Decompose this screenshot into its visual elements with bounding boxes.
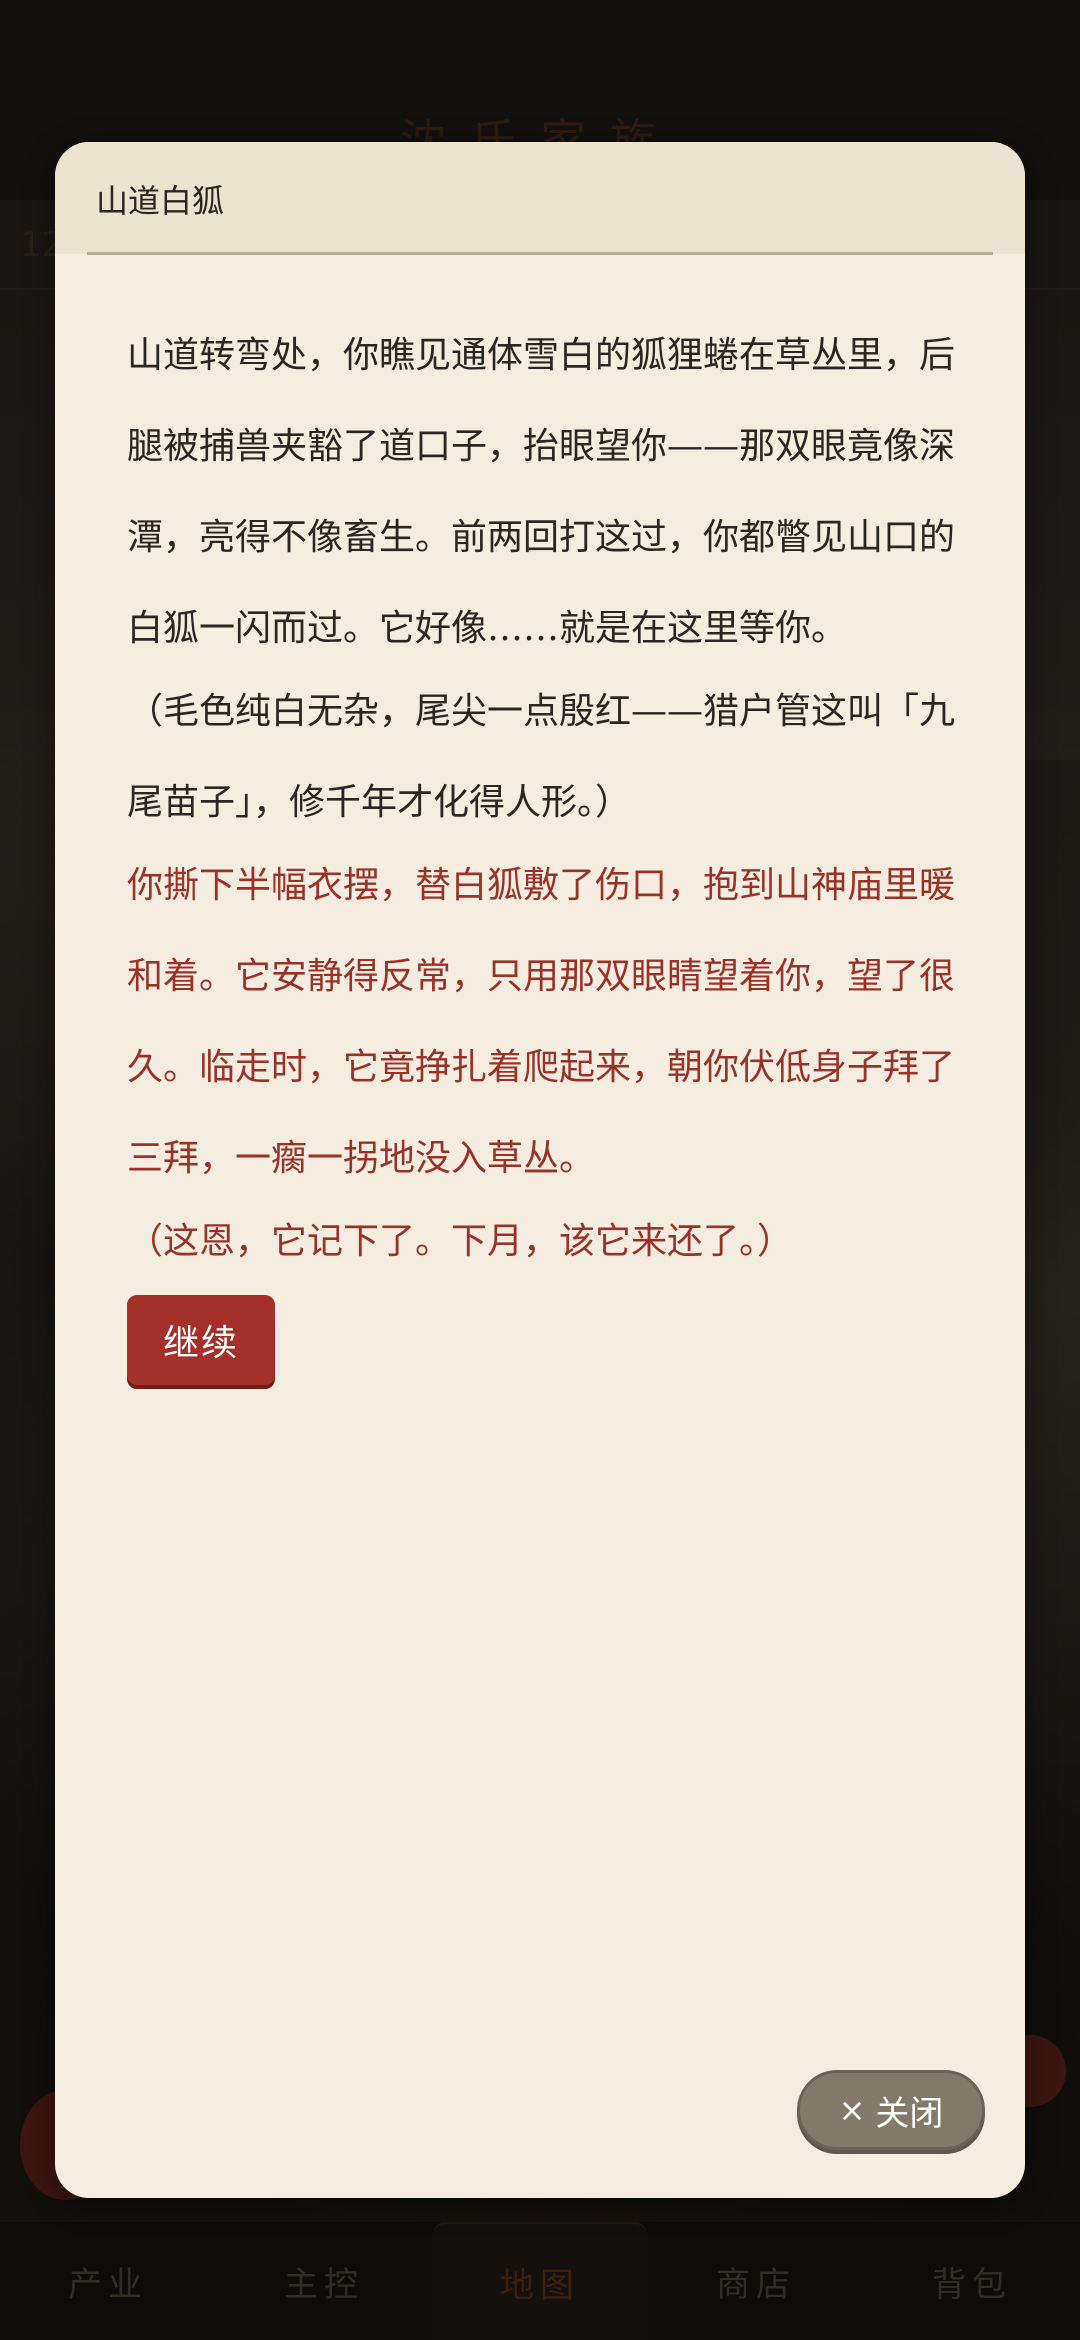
story-aside: （毛色纯白无杂，尾尖一点殷红——猎户管这叫「九尾苗子」，修千年才化得人形。）: [127, 691, 956, 823]
story-paragraph: 山道转弯处，你瞧见通体雪白的狐狸蜷在草丛里，后腿被捕兽夹豁了道口子，抬眼望你——…: [127, 335, 956, 649]
continue-button[interactable]: 继续: [127, 1295, 275, 1385]
event-dialog: 山道白狐 山道转弯处，你瞧见通体雪白的狐狸蜷在草丛里，后腿被捕兽夹豁了道口子，抬…: [55, 142, 1025, 2198]
dialog-title: 山道白狐: [96, 182, 225, 220]
close-icon: ×: [838, 2091, 866, 2129]
close-button-label: 关闭: [875, 2093, 944, 2134]
dialog-body: 山道转弯处，你瞧见通体雪白的狐狸蜷在草丛里，后腿被捕兽夹豁了道口子，抬眼望你——…: [127, 310, 967, 1385]
dialog-header: 山道白狐: [55, 142, 1025, 254]
header-divider: [87, 252, 993, 255]
outcome-paragraph: 你撕下半幅衣摆，替白狐敷了伤口，抱到山神庙里暖和着。它安静得反常，只用那双眼睛望…: [127, 865, 956, 1179]
close-button[interactable]: × 关闭: [797, 2070, 985, 2150]
outcome-aside: （这恩，它记下了。下月，该它来还了。）: [127, 1221, 794, 1262]
